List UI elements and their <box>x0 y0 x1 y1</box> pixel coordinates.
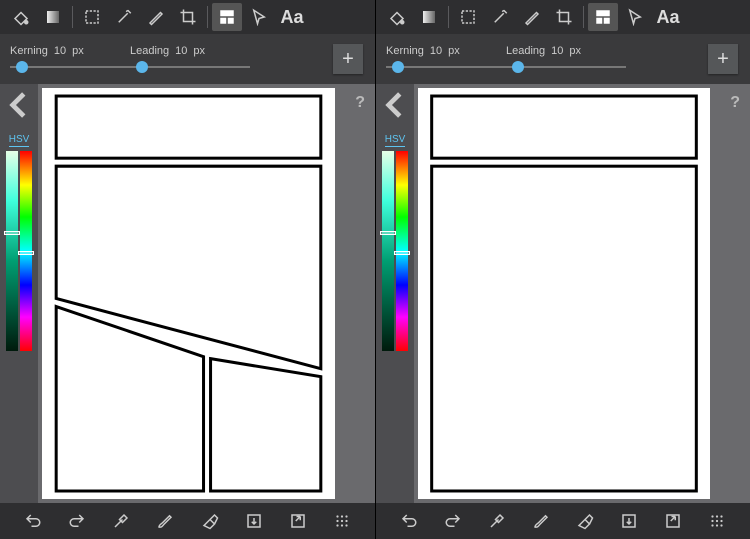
bucket-icon[interactable] <box>382 3 412 31</box>
kerning-unit: px <box>72 45 84 57</box>
canvas-area[interactable]: ? <box>414 84 750 503</box>
lightness-slider[interactable] <box>6 151 18 351</box>
wand-icon[interactable] <box>485 3 515 31</box>
canvas-area[interactable]: ? <box>38 84 375 503</box>
eraser-icon[interactable] <box>193 506 227 536</box>
gradient-icon[interactable] <box>414 3 444 31</box>
leading-value: 10 <box>175 45 187 57</box>
save-icon[interactable] <box>237 506 271 536</box>
kerning-control[interactable]: Kerning 10 px <box>10 45 130 73</box>
cursor-icon[interactable] <box>244 3 274 31</box>
pen-icon[interactable] <box>141 3 171 31</box>
export-icon[interactable] <box>281 506 315 536</box>
save-icon[interactable] <box>612 506 646 536</box>
hue-slider[interactable] <box>20 151 32 351</box>
kerning-label: Kerning <box>386 45 424 57</box>
side-toolbar: HSV <box>0 84 38 503</box>
redo-icon[interactable] <box>60 506 94 536</box>
brush-icon[interactable] <box>524 506 558 536</box>
text-settings-row: Kerning 10 px Leading 10 px + <box>376 34 750 84</box>
marquee-icon[interactable] <box>453 3 483 31</box>
undo-icon[interactable] <box>16 506 50 536</box>
bucket-icon[interactable] <box>6 3 36 31</box>
redo-icon[interactable] <box>436 506 470 536</box>
marquee-icon[interactable] <box>77 3 107 31</box>
add-button[interactable]: + <box>708 44 738 74</box>
text-tool-icon[interactable]: Aa <box>652 3 684 31</box>
cursor-icon[interactable] <box>620 3 650 31</box>
comic-canvas[interactable] <box>42 88 335 499</box>
export-icon[interactable] <box>656 506 690 536</box>
wand-icon[interactable] <box>109 3 139 31</box>
crop-icon[interactable] <box>549 3 579 31</box>
hue-slider[interactable] <box>396 151 408 351</box>
undo-icon[interactable] <box>392 506 426 536</box>
leading-value: 10 <box>551 45 563 57</box>
app-panel-left: Aa Kerning 10 px Leading 10 px + HSV <box>0 0 375 539</box>
side-toolbar: HSV <box>376 84 414 503</box>
panel-tool-icon[interactable] <box>588 3 618 31</box>
leading-unit: px <box>569 45 581 57</box>
help-icon[interactable]: ? <box>730 94 740 112</box>
leading-control[interactable]: Leading 10 px <box>130 45 250 73</box>
bottom-toolbar <box>376 503 750 539</box>
leading-unit: px <box>193 45 205 57</box>
panel-tool-icon[interactable] <box>212 3 242 31</box>
leading-control[interactable]: Leading 10 px <box>506 45 626 73</box>
kerning-control[interactable]: Kerning 10 px <box>386 45 506 73</box>
top-toolbar: Aa <box>0 0 375 34</box>
comic-canvas[interactable] <box>418 88 710 499</box>
color-mode-label[interactable]: HSV <box>385 134 406 147</box>
color-mode-label[interactable]: HSV <box>9 134 30 147</box>
help-icon[interactable]: ? <box>355 94 365 112</box>
pen-icon[interactable] <box>517 3 547 31</box>
back-icon[interactable] <box>0 90 38 120</box>
gradient-icon[interactable] <box>38 3 68 31</box>
kerning-value: 10 <box>430 45 442 57</box>
kerning-unit: px <box>448 45 460 57</box>
bottom-toolbar <box>0 503 375 539</box>
lightness-slider[interactable] <box>382 151 394 351</box>
eyedropper-icon[interactable] <box>480 506 514 536</box>
workspace: HSV ? <box>0 84 375 503</box>
back-icon[interactable] <box>376 90 414 120</box>
leading-label: Leading <box>506 45 545 57</box>
eyedropper-icon[interactable] <box>104 506 138 536</box>
add-button[interactable]: + <box>333 44 363 74</box>
text-tool-icon[interactable]: Aa <box>276 3 308 31</box>
crop-icon[interactable] <box>173 3 203 31</box>
workspace: HSV ? <box>376 84 750 503</box>
leading-label: Leading <box>130 45 169 57</box>
grid-icon[interactable] <box>700 506 734 536</box>
eraser-icon[interactable] <box>568 506 602 536</box>
kerning-label: Kerning <box>10 45 48 57</box>
top-toolbar: Aa <box>376 0 750 34</box>
text-settings-row: Kerning 10 px Leading 10 px + <box>0 34 375 84</box>
brush-icon[interactable] <box>148 506 182 536</box>
kerning-value: 10 <box>54 45 66 57</box>
grid-icon[interactable] <box>325 506 359 536</box>
app-panel-right: Aa Kerning 10 px Leading 10 px + HSV <box>375 0 750 539</box>
